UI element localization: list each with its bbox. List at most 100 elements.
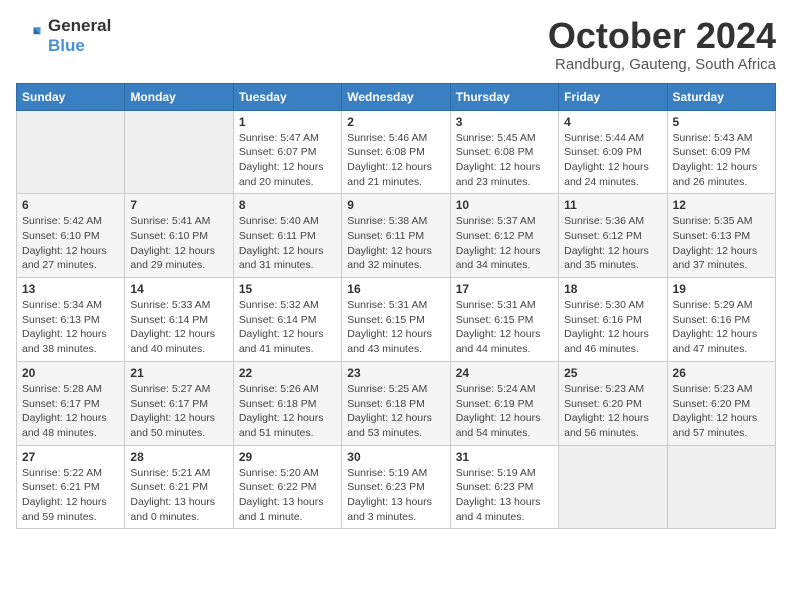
- calendar-cell: 19 Sunrise: 5:29 AM Sunset: 6:16 PM Dayli…: [667, 278, 775, 362]
- calendar-cell: 14 Sunrise: 5:33 AM Sunset: 6:14 PM Dayli…: [125, 278, 233, 362]
- calendar-cell: [559, 445, 667, 529]
- day-header-sunday: Sunday: [17, 83, 125, 110]
- day-header-thursday: Thursday: [450, 83, 558, 110]
- day-info: Sunrise: 5:40 AM Sunset: 6:11 PM Dayligh…: [239, 214, 336, 273]
- day-number: 11: [564, 198, 661, 212]
- day-info: Sunrise: 5:23 AM Sunset: 6:20 PM Dayligh…: [564, 382, 661, 441]
- day-info: Sunrise: 5:31 AM Sunset: 6:15 PM Dayligh…: [347, 298, 444, 357]
- day-info: Sunrise: 5:24 AM Sunset: 6:19 PM Dayligh…: [456, 382, 553, 441]
- day-number: 17: [456, 282, 553, 296]
- calendar-cell: 31 Sunrise: 5:19 AM Sunset: 6:23 PM Dayli…: [450, 445, 558, 529]
- day-header-tuesday: Tuesday: [233, 83, 341, 110]
- day-header-monday: Monday: [125, 83, 233, 110]
- calendar-cell: 8 Sunrise: 5:40 AM Sunset: 6:11 PM Daylig…: [233, 194, 341, 278]
- day-info: Sunrise: 5:43 AM Sunset: 6:09 PM Dayligh…: [673, 131, 770, 190]
- day-info: Sunrise: 5:19 AM Sunset: 6:23 PM Dayligh…: [456, 466, 553, 525]
- day-info: Sunrise: 5:22 AM Sunset: 6:21 PM Dayligh…: [22, 466, 119, 525]
- day-header-saturday: Saturday: [667, 83, 775, 110]
- day-number: 10: [456, 198, 553, 212]
- day-number: 5: [673, 115, 770, 129]
- logo-line1: General: [48, 16, 111, 36]
- calendar-cell: 23Sunrise: 5:25 AM Sunset: 6:18 PM Dayli…: [342, 361, 450, 445]
- calendar-cell: 1Sunrise: 5:47 AM Sunset: 6:07 PM Daylig…: [233, 110, 341, 194]
- logo-line2: Blue: [48, 36, 111, 56]
- calendar-cell: 25Sunrise: 5:23 AM Sunset: 6:20 PM Dayli…: [559, 361, 667, 445]
- day-number: 6: [22, 198, 119, 212]
- calendar-table: SundayMondayTuesdayWednesdayThursdayFrid…: [16, 83, 776, 530]
- calendar-cell: 3 Sunrise: 5:45 AM Sunset: 6:08 PM Daylig…: [450, 110, 558, 194]
- day-info: Sunrise: 5:25 AM Sunset: 6:18 PM Dayligh…: [347, 382, 444, 441]
- day-info: Sunrise: 5:41 AM Sunset: 6:10 PM Dayligh…: [130, 214, 227, 273]
- day-info: Sunrise: 5:31 AM Sunset: 6:15 PM Dayligh…: [456, 298, 553, 357]
- calendar-cell: 29Sunrise: 5:20 AM Sunset: 6:22 PM Dayli…: [233, 445, 341, 529]
- day-number: 26: [673, 366, 770, 380]
- day-info: Sunrise: 5:29 AM Sunset: 6:16 PM Dayligh…: [673, 298, 770, 357]
- day-number: 2: [347, 115, 444, 129]
- day-number: 13: [22, 282, 119, 296]
- day-info: Sunrise: 5:34 AM Sunset: 6:13 PM Dayligh…: [22, 298, 119, 357]
- title-area: October 2024 Randburg, Gauteng, South Af…: [548, 16, 776, 73]
- calendar-cell: [125, 110, 233, 194]
- calendar-cell: 11Sunrise: 5:36 AM Sunset: 6:12 PM Dayli…: [559, 194, 667, 278]
- day-number: 18: [564, 282, 661, 296]
- day-info: Sunrise: 5:32 AM Sunset: 6:14 PM Dayligh…: [239, 298, 336, 357]
- logo-icon: [16, 22, 44, 50]
- day-header-friday: Friday: [559, 83, 667, 110]
- day-number: 14: [130, 282, 227, 296]
- day-info: Sunrise: 5:19 AM Sunset: 6:23 PM Dayligh…: [347, 466, 444, 525]
- day-info: Sunrise: 5:45 AM Sunset: 6:08 PM Dayligh…: [456, 131, 553, 190]
- day-number: 29: [239, 450, 336, 464]
- day-number: 12: [673, 198, 770, 212]
- day-number: 3: [456, 115, 553, 129]
- calendar-cell: 2 Sunrise: 5:46 AM Sunset: 6:08 PM Daylig…: [342, 110, 450, 194]
- day-info: Sunrise: 5:46 AM Sunset: 6:08 PM Dayligh…: [347, 131, 444, 190]
- day-number: 7: [130, 198, 227, 212]
- day-number: 4: [564, 115, 661, 129]
- page-title: October 2024: [548, 16, 776, 56]
- logo: General Blue: [16, 16, 111, 57]
- day-info: Sunrise: 5:30 AM Sunset: 6:16 PM Dayligh…: [564, 298, 661, 357]
- calendar-cell: 20 Sunrise: 5:28 AM Sunset: 6:17 PM Dayli…: [17, 361, 125, 445]
- day-number: 31: [456, 450, 553, 464]
- day-info: Sunrise: 5:28 AM Sunset: 6:17 PM Dayligh…: [22, 382, 119, 441]
- calendar-cell: 7 Sunrise: 5:41 AM Sunset: 6:10 PM Daylig…: [125, 194, 233, 278]
- day-number: 21: [130, 366, 227, 380]
- day-info: Sunrise: 5:44 AM Sunset: 6:09 PM Dayligh…: [564, 131, 661, 190]
- calendar-cell: 9Sunrise: 5:38 AM Sunset: 6:11 PM Daylig…: [342, 194, 450, 278]
- day-info: Sunrise: 5:33 AM Sunset: 6:14 PM Dayligh…: [130, 298, 227, 357]
- calendar-cell: 5 Sunrise: 5:43 AM Sunset: 6:09 PM Daylig…: [667, 110, 775, 194]
- day-header-wednesday: Wednesday: [342, 83, 450, 110]
- day-number: 1: [239, 115, 336, 129]
- calendar-cell: 4 Sunrise: 5:44 AM Sunset: 6:09 PM Daylig…: [559, 110, 667, 194]
- calendar-week-row: 13 Sunrise: 5:34 AM Sunset: 6:13 PM Dayli…: [17, 278, 776, 362]
- day-number: 22: [239, 366, 336, 380]
- calendar-cell: [17, 110, 125, 194]
- calendar-cell: 15 Sunrise: 5:32 AM Sunset: 6:14 PM Dayli…: [233, 278, 341, 362]
- calendar-week-row: 6 Sunrise: 5:42 AM Sunset: 6:10 PM Daylig…: [17, 194, 776, 278]
- calendar-cell: [667, 445, 775, 529]
- day-number: 27: [22, 450, 119, 464]
- calendar-cell: 22Sunrise: 5:26 AM Sunset: 6:18 PM Dayli…: [233, 361, 341, 445]
- calendar-cell: 30 Sunrise: 5:19 AM Sunset: 6:23 PM Dayli…: [342, 445, 450, 529]
- calendar-header-row: SundayMondayTuesdayWednesdayThursdayFrid…: [17, 83, 776, 110]
- calendar-cell: 13 Sunrise: 5:34 AM Sunset: 6:13 PM Dayli…: [17, 278, 125, 362]
- day-number: 15: [239, 282, 336, 296]
- day-number: 30: [347, 450, 444, 464]
- calendar-cell: 18 Sunrise: 5:30 AM Sunset: 6:16 PM Dayli…: [559, 278, 667, 362]
- calendar-cell: 17 Sunrise: 5:31 AM Sunset: 6:15 PM Dayli…: [450, 278, 558, 362]
- day-info: Sunrise: 5:38 AM Sunset: 6:11 PM Dayligh…: [347, 214, 444, 273]
- calendar-cell: 26Sunrise: 5:23 AM Sunset: 6:20 PM Dayli…: [667, 361, 775, 445]
- calendar-body: 1Sunrise: 5:47 AM Sunset: 6:07 PM Daylig…: [17, 110, 776, 529]
- day-number: 8: [239, 198, 336, 212]
- calendar-cell: 16Sunrise: 5:31 AM Sunset: 6:15 PM Dayli…: [342, 278, 450, 362]
- page-subtitle: Randburg, Gauteng, South Africa: [548, 56, 776, 73]
- calendar-cell: 12Sunrise: 5:35 AM Sunset: 6:13 PM Dayli…: [667, 194, 775, 278]
- calendar-week-row: 1Sunrise: 5:47 AM Sunset: 6:07 PM Daylig…: [17, 110, 776, 194]
- calendar-cell: 28Sunrise: 5:21 AM Sunset: 6:21 PM Dayli…: [125, 445, 233, 529]
- day-info: Sunrise: 5:42 AM Sunset: 6:10 PM Dayligh…: [22, 214, 119, 273]
- calendar-cell: 6 Sunrise: 5:42 AM Sunset: 6:10 PM Daylig…: [17, 194, 125, 278]
- day-number: 20: [22, 366, 119, 380]
- calendar-cell: 10Sunrise: 5:37 AM Sunset: 6:12 PM Dayli…: [450, 194, 558, 278]
- calendar-week-row: 27 Sunrise: 5:22 AM Sunset: 6:21 PM Dayli…: [17, 445, 776, 529]
- day-number: 19: [673, 282, 770, 296]
